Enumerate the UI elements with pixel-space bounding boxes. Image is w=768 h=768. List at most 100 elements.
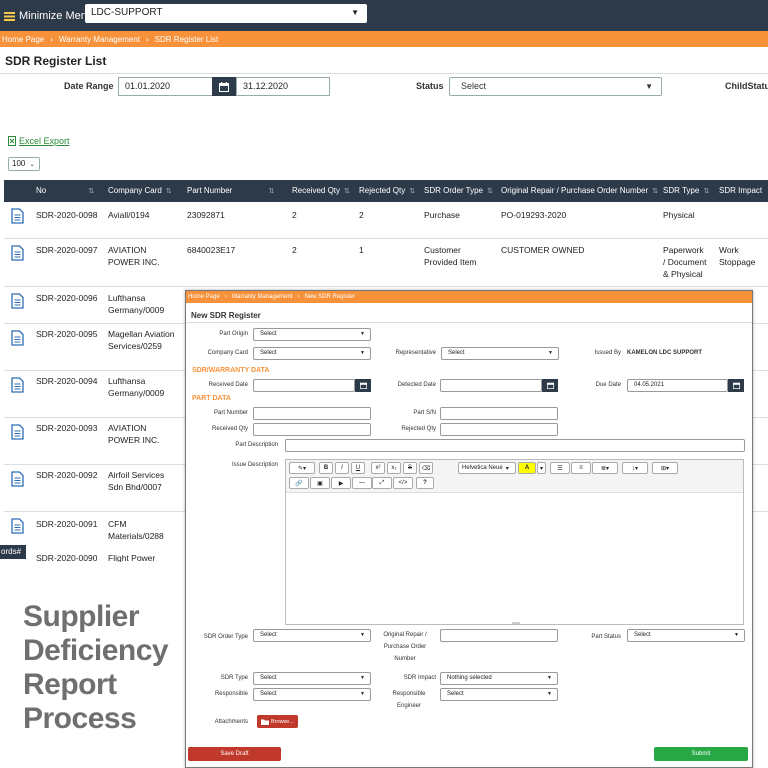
breadcrumb-warranty[interactable]: Warranty Management bbox=[59, 35, 140, 44]
pen-style-button[interactable]: ✎▾ bbox=[289, 462, 315, 474]
table-row[interactable]: SDR-2020-0098 Aviall/0194 23092871 2 2 P… bbox=[4, 202, 768, 239]
representative-select[interactable]: Select ▼ bbox=[441, 347, 559, 360]
font-family-select[interactable]: Helvetica Neue ▾ bbox=[458, 462, 516, 474]
table-button[interactable]: ⊞▾ bbox=[652, 462, 678, 474]
unordered-list-button[interactable]: ☰ bbox=[550, 462, 570, 474]
date-to-input[interactable]: 31.12.2020 bbox=[236, 77, 330, 96]
received-date-input[interactable] bbox=[253, 379, 355, 392]
column-header-order-type[interactable]: SDR Order Type ⇅ bbox=[424, 186, 493, 195]
submit-button[interactable]: Submit bbox=[654, 747, 748, 761]
italic-button[interactable]: I bbox=[335, 462, 349, 474]
part-status-select[interactable]: Select ▼ bbox=[627, 629, 745, 642]
calendar-button[interactable] bbox=[542, 379, 558, 392]
cell-company: Lufthansa Germany/0009 bbox=[108, 376, 165, 398]
breadcrumb-separator-icon: › bbox=[297, 294, 300, 300]
column-header-company[interactable]: Company Card ⇅ bbox=[108, 186, 172, 195]
document-icon[interactable] bbox=[11, 518, 24, 534]
detected-date-input[interactable] bbox=[440, 379, 542, 392]
excel-icon bbox=[8, 136, 16, 146]
video-icon[interactable]: ▶ bbox=[331, 477, 351, 489]
calendar-button[interactable] bbox=[355, 379, 371, 392]
column-header-part-number[interactable]: Part Number ⇅ bbox=[187, 186, 274, 195]
issued-by-label: Issued By bbox=[594, 350, 621, 356]
breadcrumb-separator-icon: › bbox=[50, 34, 53, 44]
ordered-list-button[interactable]: ≡ bbox=[571, 462, 591, 474]
part-description-input[interactable] bbox=[285, 439, 745, 452]
status-value: Select bbox=[461, 81, 487, 91]
column-header-po-number[interactable]: Original Repair / Purchase Order Number ⇅ bbox=[501, 186, 658, 195]
cell-sdr-type: Physical bbox=[663, 210, 695, 220]
document-icon[interactable] bbox=[11, 293, 24, 309]
sdr-order-type-select[interactable]: Select ▼ bbox=[253, 629, 371, 642]
modal-breadcrumb-home[interactable]: Home Page bbox=[188, 294, 220, 300]
fullscreen-icon[interactable]: ⤢ bbox=[372, 477, 392, 489]
part-number-input[interactable] bbox=[253, 407, 371, 420]
issue-description-editor[interactable]: ✎▾ B I U x² x₂ S ⌫ Helvetica Neue ▾ A ▾ ☰… bbox=[285, 459, 744, 625]
sort-icon: ⇅ bbox=[409, 188, 416, 195]
document-icon[interactable] bbox=[11, 208, 24, 224]
line-height-button[interactable]: ↕▾ bbox=[622, 462, 648, 474]
status-select[interactable]: Select ▼ bbox=[449, 77, 662, 96]
document-icon[interactable] bbox=[11, 330, 24, 346]
help-button[interactable]: ? bbox=[416, 477, 434, 489]
breadcrumb-separator-icon: › bbox=[224, 294, 227, 300]
responsible-label: Responsible bbox=[214, 691, 248, 697]
page-size-select[interactable]: 100 ⌄ bbox=[8, 157, 40, 171]
calendar-button[interactable] bbox=[728, 379, 744, 392]
responsible-select[interactable]: Select ▼ bbox=[253, 688, 371, 701]
resize-handle[interactable] bbox=[512, 622, 520, 624]
superscript-button[interactable]: x² bbox=[371, 462, 385, 474]
paragraph-align-button[interactable]: ≣▾ bbox=[592, 462, 618, 474]
document-icon[interactable] bbox=[11, 471, 24, 487]
strikethrough-button[interactable]: S bbox=[403, 462, 417, 474]
original-repair-input[interactable] bbox=[440, 629, 558, 642]
underline-button[interactable]: U bbox=[351, 462, 365, 474]
due-date-input[interactable]: 04.05.2021 bbox=[627, 379, 728, 392]
column-header-sdr-type[interactable]: SDR Type ⇅ bbox=[663, 186, 709, 195]
document-icon[interactable] bbox=[11, 245, 24, 261]
column-header-rejected-qty[interactable]: Rejected Qty ⇅ bbox=[359, 186, 415, 195]
organization-select[interactable]: LDC-SUPPORT ▼ bbox=[85, 4, 367, 23]
excel-export-label: Excel Export bbox=[19, 136, 70, 146]
received-qty-input[interactable] bbox=[253, 423, 371, 436]
minimize-menu-button[interactable]: Minimize Menu bbox=[4, 7, 93, 25]
text-color-button[interactable]: A bbox=[518, 462, 536, 474]
save-draft-button[interactable]: Save Draft bbox=[188, 747, 281, 761]
cell-po-number: PO-019293-2020 bbox=[501, 210, 567, 220]
calendar-button[interactable] bbox=[212, 77, 236, 96]
breadcrumb-home[interactable]: Home Page bbox=[2, 35, 44, 44]
page-title: SDR Register List bbox=[5, 54, 107, 68]
table-row[interactable]: SDR-2020-0097 AVIATION POWER INC. 684002… bbox=[4, 239, 768, 287]
column-header-sdr-impact[interactable]: SDR Impact bbox=[719, 186, 762, 195]
due-date-label: Due Date bbox=[595, 382, 621, 388]
document-icon[interactable] bbox=[11, 377, 24, 393]
color-dropdown-button[interactable]: ▾ bbox=[537, 462, 546, 474]
sdr-impact-select[interactable]: Nothing selected ▼ bbox=[440, 672, 558, 685]
link-icon[interactable]: 🔗 bbox=[289, 477, 309, 489]
code-view-button[interactable]: </> bbox=[393, 477, 413, 489]
company-card-select[interactable]: Select ▼ bbox=[253, 347, 371, 360]
modal-breadcrumb: Home Page › Warranty Management › New SD… bbox=[186, 291, 752, 303]
representative-label: Representative bbox=[395, 350, 436, 356]
chevron-down-icon: ▼ bbox=[734, 632, 739, 638]
modal-breadcrumb-warranty[interactable]: Warranty Management bbox=[232, 294, 293, 300]
part-origin-select[interactable]: Select ▼ bbox=[253, 328, 371, 341]
document-icon[interactable] bbox=[11, 424, 24, 440]
column-header-no[interactable]: No ⇅ bbox=[36, 186, 94, 195]
part-sn-input[interactable] bbox=[440, 407, 558, 420]
organization-value: LDC-SUPPORT bbox=[91, 7, 163, 18]
editor-toolbar: ✎▾ B I U x² x₂ S ⌫ Helvetica Neue ▾ A ▾ ☰… bbox=[286, 460, 743, 493]
cell-order-type: Purchase bbox=[424, 210, 460, 220]
rejected-qty-input[interactable] bbox=[440, 423, 558, 436]
date-from-input[interactable]: 01.01.2020 bbox=[118, 77, 213, 96]
eraser-icon[interactable]: ⌫ bbox=[419, 462, 433, 474]
horizontal-rule-button[interactable]: — bbox=[352, 477, 372, 489]
subscript-button[interactable]: x₂ bbox=[387, 462, 401, 474]
bold-button[interactable]: B bbox=[319, 462, 333, 474]
responsible-engineer-select[interactable]: Select ▼ bbox=[440, 688, 558, 701]
browse-button[interactable]: Browse... bbox=[257, 715, 298, 728]
image-icon[interactable]: ▣ bbox=[310, 477, 330, 489]
excel-export-link[interactable]: Excel Export bbox=[8, 136, 70, 146]
sdr-type-select[interactable]: Select ▼ bbox=[253, 672, 371, 685]
column-header-received-qty[interactable]: Received Qty ⇅ bbox=[292, 186, 350, 195]
